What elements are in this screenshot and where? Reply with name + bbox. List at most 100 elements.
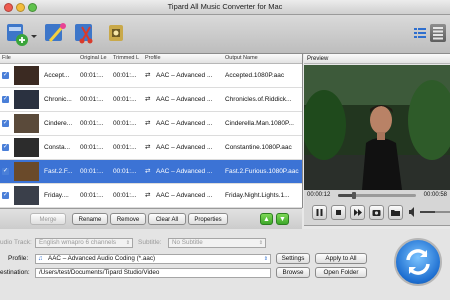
seek-bar[interactable]: [338, 192, 416, 199]
move-up-button[interactable]: ▲: [260, 213, 273, 225]
file-row[interactable]: ✓ Chronic... 00:01:... 00:01:... ⇄ AAC – Adva…: [0, 88, 302, 112]
trimmed-length: 00:01:...: [113, 72, 137, 79]
trimmed-length: 00:01:...: [113, 120, 137, 127]
close-window-icon[interactable]: [4, 3, 13, 12]
stop-icon: [336, 210, 341, 215]
pause-button[interactable]: [312, 205, 327, 220]
file-name: Consta...: [44, 144, 71, 151]
file-row[interactable]: ✓ Cindere... 00:01:... 00:01:... ⇄ AAC – Adva…: [0, 112, 302, 136]
open-snapshot-folder-button[interactable]: [388, 205, 403, 220]
preview-video[interactable]: [304, 65, 450, 190]
profile-label: Profile:: [8, 255, 29, 262]
output-name[interactable]: Friday.Night.Lights.1...: [225, 184, 300, 207]
video-thumbnail: [14, 90, 39, 109]
next-frame-button[interactable]: [350, 205, 365, 220]
add-video-menu-arrow[interactable]: [30, 19, 38, 47]
output-name[interactable]: Constantine.1080P.aac: [225, 136, 300, 159]
audio-track-value: English wmapro 6 channels: [39, 239, 117, 246]
row-checkbox[interactable]: ✓: [2, 168, 9, 175]
subtitle-select[interactable]: No Subtitle ⇕: [168, 238, 266, 248]
file-name: Fast.2.F...: [44, 168, 73, 175]
video-thumbnail: [14, 138, 39, 157]
output-name[interactable]: Fast.2.Furious.1080P.aac: [225, 160, 300, 183]
arrow-down-icon: ▼: [279, 216, 286, 223]
apply-to-all-button[interactable]: Apply to All: [315, 253, 367, 264]
row-checkbox[interactable]: ✓: [2, 120, 9, 127]
trimmed-length: 00:01:...: [113, 192, 137, 199]
volume-level: [420, 211, 435, 213]
playback-controls: [304, 201, 450, 226]
volume-slider[interactable]: [420, 211, 450, 213]
output-name[interactable]: Cinderella.Man.1080P...: [225, 112, 300, 135]
time-current: 00:00:12: [307, 192, 331, 198]
audio-track-label: udio Track:: [0, 239, 32, 246]
add-video-button[interactable]: [4, 19, 30, 47]
column-trimmed-length[interactable]: Trimmed L: [113, 54, 141, 63]
trimmed-length: 00:01:...: [113, 168, 137, 175]
profile-value[interactable]: AAC – Advanced ...: [156, 112, 218, 135]
snapshot-button[interactable]: [104, 19, 130, 47]
chevron-down-icon: [31, 35, 37, 38]
snapshot-preview-button[interactable]: [369, 205, 384, 220]
video-thumbnail: [14, 114, 39, 133]
destination-field[interactable]: /Users/test/Documents/Tipard Studio/Vide…: [35, 268, 271, 278]
edit-button[interactable]: [42, 19, 68, 47]
file-name: Cindere...: [44, 120, 73, 127]
merge-button[interactable]: Merge: [30, 213, 66, 225]
remove-button[interactable]: Remove: [110, 213, 146, 225]
profile-select[interactable]: ♫ AAC – Advanced Audio Coding (*.aac) ⇕: [35, 254, 271, 264]
audio-track-select[interactable]: English wmapro 6 channels ⇕: [35, 238, 133, 248]
minimize-window-icon[interactable]: [16, 3, 25, 12]
row-checkbox[interactable]: ✓: [2, 192, 9, 199]
browse-button[interactable]: Browse: [276, 267, 310, 278]
add-video-icon: [7, 24, 28, 46]
profile-swap-icon: ⇄: [145, 144, 151, 151]
original-length: 00:01:...: [80, 120, 104, 127]
window-title: Tipard All Music Converter for Mac: [167, 2, 283, 11]
trimmed-length: 00:01:...: [113, 144, 137, 151]
list-view-icon: [414, 28, 426, 38]
output-name[interactable]: Accepted.1080P.aac: [225, 64, 300, 87]
row-checkbox[interactable]: ✓: [2, 96, 9, 103]
profile-value[interactable]: AAC – Advanced ...: [156, 136, 218, 159]
profile-value[interactable]: AAC – Advanced ...: [156, 64, 218, 87]
clear-all-button[interactable]: Clear All: [148, 213, 186, 225]
column-original-length[interactable]: Original Le: [80, 54, 110, 63]
original-length: 00:01:...: [80, 168, 104, 175]
row-checkbox[interactable]: ✓: [2, 72, 9, 79]
profile-value[interactable]: AAC – Advanced ...: [156, 184, 218, 207]
move-down-button[interactable]: ▼: [276, 213, 289, 225]
convert-button[interactable]: [394, 238, 442, 286]
original-length: 00:01:...: [80, 96, 104, 103]
file-name: Chronic...: [44, 96, 72, 103]
list-view-button[interactable]: [412, 24, 428, 42]
open-folder-button[interactable]: Open Folder: [315, 267, 367, 278]
file-row[interactable]: ✓ Fast.2.F... 00:01:... 00:01:... ⇄ AAC – Adv…: [0, 160, 302, 184]
dropdown-arrows-icon: ⇕: [258, 240, 263, 246]
properties-button[interactable]: Properties: [188, 213, 228, 225]
column-profile[interactable]: Profile: [145, 54, 215, 63]
column-output-name[interactable]: Output Name: [225, 54, 300, 63]
zoom-window-icon[interactable]: [28, 3, 37, 12]
file-rows: ✓ Accept... 00:01:... 00:01:... ⇄ AAC – Advan…: [0, 64, 302, 208]
camera-icon: [372, 210, 381, 216]
subtitle-label: Subtitle:: [138, 239, 162, 246]
profile-value[interactable]: AAC – Advanced ...: [156, 160, 218, 183]
detail-view-button[interactable]: [430, 24, 446, 42]
row-checkbox[interactable]: ✓: [2, 144, 9, 151]
profile-value[interactable]: AAC – Advanced ...: [156, 88, 218, 111]
file-row[interactable]: ✓ Accept... 00:01:... 00:01:... ⇄ AAC – Advan…: [0, 64, 302, 88]
trim-button[interactable]: [72, 19, 98, 47]
settings-button[interactable]: Settings: [276, 253, 310, 264]
profile-swap-icon: ⇄: [145, 192, 151, 199]
file-row[interactable]: ✓ Consta... 00:01:... 00:01:... ⇄ AAC – Advan…: [0, 136, 302, 160]
column-file[interactable]: File: [2, 54, 72, 63]
file-row[interactable]: ✓ Friday.... 00:01:... 00:01:... ⇄ AAC – Adva…: [0, 184, 302, 208]
seek-bar-knob[interactable]: [351, 192, 356, 199]
volume-control: [408, 206, 450, 218]
original-length: 00:01:...: [80, 192, 104, 199]
stop-button[interactable]: [331, 205, 346, 220]
rename-button[interactable]: Rename: [72, 213, 108, 225]
dropdown-arrows-icon: ⇕: [125, 240, 130, 246]
output-name[interactable]: Chronicles.of.Riddick...: [225, 88, 300, 111]
